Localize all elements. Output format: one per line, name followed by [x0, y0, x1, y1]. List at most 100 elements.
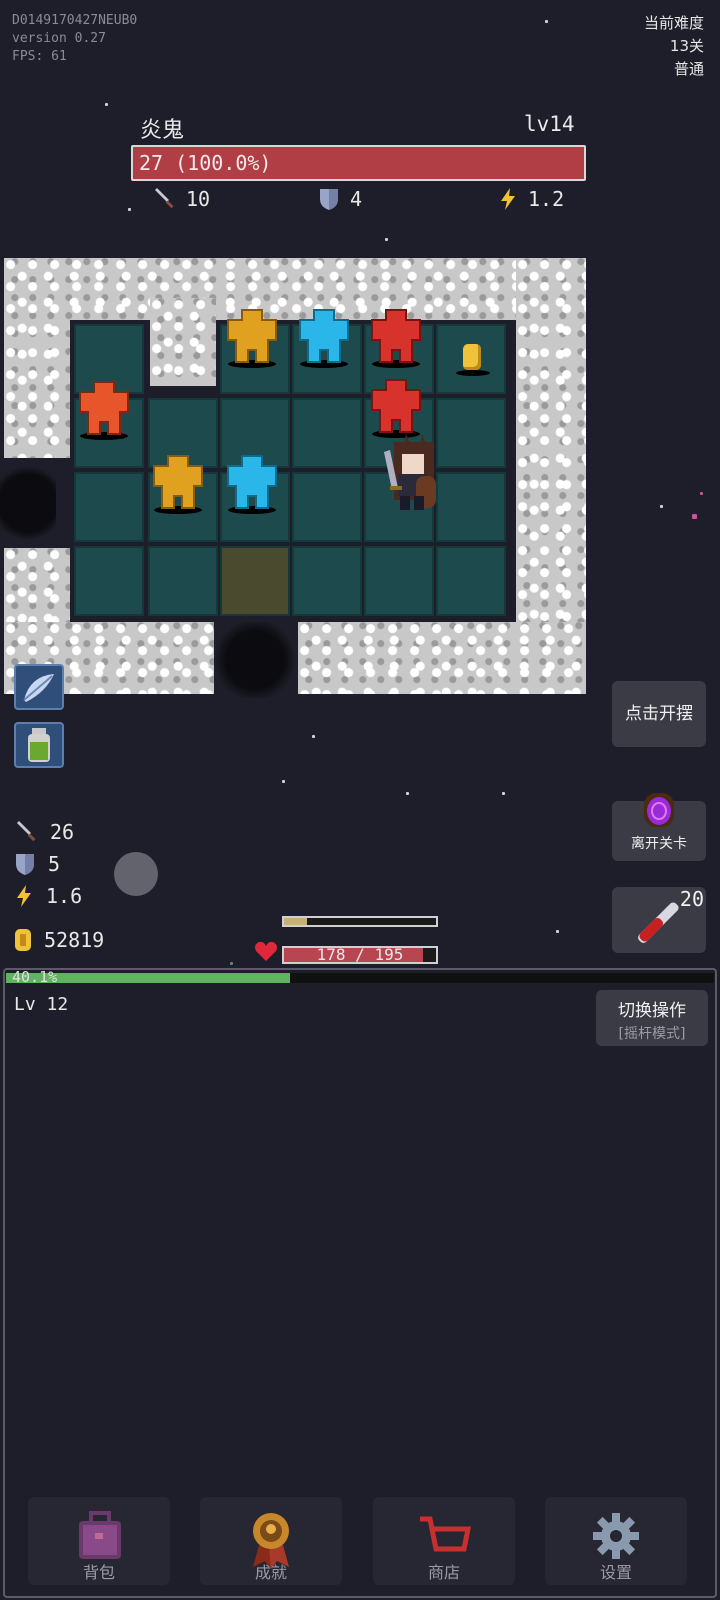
- enemy-speed: 1.2: [498, 187, 564, 211]
- player-level: Lv 12: [14, 994, 69, 1015]
- wall-pillar: [150, 298, 216, 386]
- wall-top: [4, 258, 586, 320]
- player-exp-bar: [282, 916, 438, 927]
- yellow-monster[interactable]: [224, 306, 280, 368]
- shield-icon: [16, 854, 34, 875]
- sword-icon: [155, 188, 174, 209]
- coin-shadow: [456, 370, 490, 376]
- idle-button[interactable]: 点击开摆: [612, 681, 706, 747]
- nav-settings-label: 设置: [599, 1563, 632, 1582]
- star: [692, 514, 697, 519]
- fps-text: FPS: 61: [12, 49, 67, 64]
- floor-tile: [364, 546, 434, 616]
- player-defense: 5: [14, 852, 60, 876]
- player-exp-fill: [284, 918, 307, 925]
- switch-control-mode: [摇杆模式]: [618, 1026, 686, 1042]
- version-text: version 0.27: [12, 31, 106, 46]
- enemy-level: lv14: [524, 112, 575, 136]
- skill-button-wing[interactable]: [14, 664, 64, 710]
- star: [660, 505, 663, 508]
- star: [406, 792, 409, 795]
- enemy-speed-value: 1.2: [528, 187, 565, 211]
- enemy-attack-value: 10: [186, 187, 211, 211]
- player-attack: 26: [14, 820, 74, 844]
- dungeon-map[interactable]: [0, 258, 586, 698]
- lightning-icon: [501, 188, 515, 210]
- floor-tile: [74, 472, 144, 542]
- star: [230, 962, 233, 965]
- door-tile: [220, 546, 290, 616]
- nav-shop-label: 商店: [427, 1563, 460, 1582]
- potion-icon: [638, 902, 679, 943]
- debug-info: D0149170427NEUB0 version 0.27 FPS: 61: [12, 12, 137, 66]
- potion-count: 20: [679, 887, 704, 911]
- player-speed: 1.6: [14, 884, 82, 908]
- potion-button[interactable]: 20: [612, 887, 706, 953]
- yellow-monster[interactable]: [150, 452, 206, 514]
- difficulty-mode: 普通: [673, 60, 704, 78]
- blue-monster[interactable]: [296, 306, 352, 368]
- star: [128, 208, 131, 211]
- player-speed-value: 1.6: [46, 884, 83, 908]
- coin-icon: [15, 929, 31, 951]
- skill-button-potion-jar[interactable]: [14, 722, 64, 768]
- star: [502, 792, 505, 795]
- feather-icon: [23, 674, 54, 702]
- device-id: D0149170427NEUB0: [12, 13, 138, 28]
- star: [545, 20, 548, 23]
- lightning-icon: [17, 885, 31, 907]
- coin-pickup[interactable]: [463, 344, 481, 370]
- smoke-cloud: [0, 458, 56, 548]
- star: [312, 735, 315, 738]
- enemy-name: 炎鬼: [140, 118, 185, 143]
- player-attack-value: 26: [50, 820, 75, 844]
- star: [556, 930, 559, 933]
- cart-icon: [420, 1516, 472, 1552]
- difficulty-label: 当前难度: [643, 14, 704, 32]
- backpack-icon: [79, 1511, 121, 1559]
- red-monster[interactable]: [368, 306, 424, 368]
- floor-tile: [436, 546, 506, 616]
- nav-achievements[interactable]: 成就: [200, 1497, 342, 1585]
- star: [385, 238, 388, 241]
- enemy-defense: 4: [318, 187, 362, 211]
- wall-bottom-right: [298, 622, 586, 694]
- player-hp-text: 178 / 195: [316, 945, 404, 964]
- nav-achievements-label: 成就: [254, 1563, 287, 1582]
- star: [282, 780, 285, 783]
- enemy-defense-value: 4: [350, 187, 363, 211]
- virtual-joystick[interactable]: [114, 852, 158, 896]
- shield-icon: [320, 189, 338, 210]
- player-defense-value: 5: [48, 852, 61, 876]
- red-monster[interactable]: [368, 376, 424, 438]
- level-progress-text: 40.1%: [12, 968, 58, 986]
- floor-tile: [292, 472, 362, 542]
- nav-shop[interactable]: 商店: [373, 1497, 515, 1585]
- switch-control-button[interactable]: 切换操作 [摇杆模式]: [596, 990, 708, 1046]
- nav-settings[interactable]: 设置: [545, 1497, 687, 1585]
- nav-backpack-label: 背包: [82, 1563, 115, 1582]
- leave-level-button[interactable]: 离开关卡: [612, 793, 706, 861]
- idle-button-label: 点击开摆: [625, 704, 693, 724]
- floor-tile: [74, 546, 144, 616]
- enemy-hp-bar: 27 (100.0%): [131, 145, 586, 181]
- floor-tile: [292, 398, 362, 468]
- switch-control-title: 切换操作: [618, 1001, 686, 1021]
- enemy-attack: 10: [152, 187, 210, 211]
- wall-left-upper: [4, 258, 70, 458]
- enemy-hp-text: 27 (100.0%): [139, 151, 272, 175]
- player-hp-bar: 178 / 195: [282, 945, 438, 964]
- floor-tile: [148, 546, 218, 616]
- star: [105, 103, 108, 106]
- player-character[interactable]: [376, 432, 450, 518]
- blue-monster[interactable]: [224, 452, 280, 514]
- difficulty-info: 当前难度 13关 普通: [644, 12, 704, 81]
- orange-monster[interactable]: [76, 378, 132, 440]
- smoke-cloud: [210, 622, 300, 698]
- player-gold: 52819: [14, 928, 104, 952]
- leave-level-label: 离开关卡: [631, 836, 687, 852]
- heart-icon: [255, 941, 277, 961]
- sword-icon: [17, 821, 36, 842]
- nav-backpack[interactable]: 背包: [28, 1497, 170, 1585]
- gear-icon: [593, 1513, 639, 1559]
